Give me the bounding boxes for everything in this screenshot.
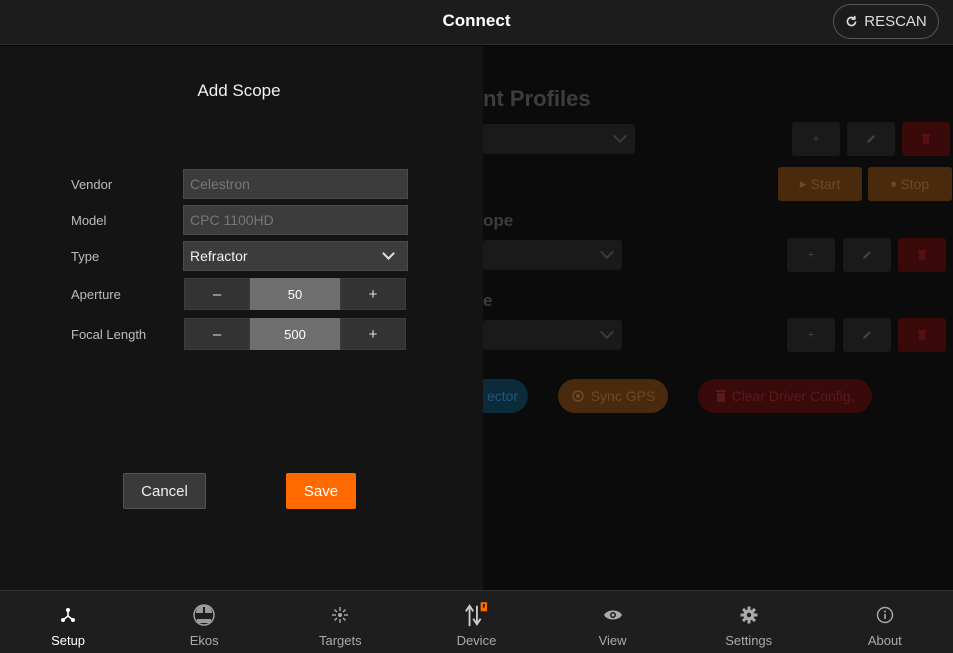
cancel-button[interactable]: Cancel (123, 473, 206, 509)
nav-item-ekos[interactable]: Ekos (136, 591, 272, 653)
aperture-label: Aperture (71, 287, 121, 302)
nav-item-setup[interactable]: Setup (0, 591, 136, 653)
vendor-input[interactable]: Celestron (183, 169, 408, 199)
nav-item-settings[interactable]: Settings (681, 591, 817, 653)
targets-icon (328, 603, 352, 627)
profile-select (483, 124, 635, 154)
focal-length-increment-button[interactable]: + (340, 318, 406, 350)
chevron-down-icon (599, 244, 615, 260)
scope-select (483, 240, 622, 270)
edit-item-button (843, 318, 891, 352)
trash-icon (922, 134, 930, 144)
stop-label: Stop (900, 176, 930, 192)
aperture-stepper: – 50 + (184, 278, 406, 310)
selector-label: ector (486, 388, 519, 404)
play-icon: ▶ (799, 178, 807, 189)
save-button[interactable]: Save (286, 473, 356, 509)
nav-label-device: Device (456, 633, 497, 648)
focal-length-value[interactable]: 500 (250, 318, 340, 350)
add-profile-button: + (792, 122, 840, 156)
vendor-placeholder: Celestron (190, 176, 250, 192)
pencil-icon (863, 331, 871, 339)
pencil-icon (867, 135, 875, 143)
nav-label-view: View (598, 633, 627, 648)
equipment-profiles-background: nt Profiles + ▶ Start ■ Stop ope + e + ect… (483, 46, 953, 590)
aperture-value[interactable]: 50 (250, 278, 340, 310)
profiles-heading: nt Profiles (483, 86, 591, 111)
plus-icon: + (812, 133, 820, 145)
ekos-icon (192, 603, 216, 627)
selector-button: ector (483, 379, 528, 413)
aperture-increment-button[interactable]: + (340, 278, 406, 310)
rescan-button[interactable]: RESCAN (833, 4, 939, 39)
nav-label-targets: Targets (318, 633, 362, 648)
focal-length-decrement-button[interactable]: – (184, 318, 250, 350)
stop-icon: ■ (890, 179, 897, 189)
gear-icon (737, 603, 761, 627)
setup-icon (56, 603, 80, 627)
delete-profile-button (902, 122, 950, 156)
clear-driver-label: Clear Driver Config. (731, 388, 855, 404)
trash-icon (715, 390, 726, 402)
type-value: Refractor (190, 248, 248, 264)
plus-icon: + (807, 249, 815, 261)
clear-driver-config-button: Clear Driver Config. (698, 379, 872, 413)
focal-length-stepper: – 500 + (184, 318, 406, 350)
start-label: Start (810, 176, 841, 192)
trash-icon (918, 250, 926, 260)
model-placeholder: CPC 1100HD (190, 212, 274, 228)
device-icon (464, 602, 488, 627)
page-title: Connect (442, 11, 511, 30)
dialog-title: Add Scope (197, 81, 281, 100)
focal-length-label: Focal Length (71, 327, 147, 342)
delete-item-button (898, 318, 946, 352)
type-label: Type (71, 249, 100, 264)
type-select[interactable]: Refractor (183, 241, 408, 271)
nav-label-about: About (867, 633, 902, 648)
add-scope-dialog: Add Scope Vendor Celestron Model CPC 110… (0, 46, 483, 590)
aperture-decrement-button[interactable]: – (184, 278, 250, 310)
nav-item-view[interactable]: View (545, 591, 681, 653)
scope-heading: ope (483, 211, 514, 230)
app-header: Connect RESCAN (0, 0, 953, 45)
third-select (483, 320, 622, 350)
edit-scope-button (843, 238, 891, 272)
model-input[interactable]: CPC 1100HD (183, 205, 408, 235)
nav-item-about[interactable]: About (817, 591, 953, 653)
chevron-down-icon (382, 247, 395, 260)
pencil-icon (863, 251, 871, 259)
sync-gps-label: Sync GPS (590, 388, 656, 404)
sync-gps-button: Sync GPS (558, 379, 668, 413)
start-button: ▶ Start (778, 167, 862, 201)
refresh-icon (846, 15, 857, 27)
nav-label-setup: Setup (51, 633, 86, 648)
delete-scope-button (898, 238, 946, 272)
info-icon (873, 603, 897, 627)
bottom-nav: Setup Ekos Targets Device View Settings (0, 590, 953, 653)
chevron-down-icon (599, 324, 615, 340)
nav-label-ekos: Ekos (189, 633, 219, 648)
stop-button: ■ Stop (868, 167, 952, 201)
third-heading: e (483, 291, 493, 310)
nav-item-device[interactable]: Device (408, 591, 544, 653)
chevron-down-icon (612, 128, 628, 144)
edit-profile-button (847, 122, 895, 156)
rescan-label: RESCAN (864, 13, 927, 30)
vendor-label: Vendor (71, 177, 113, 192)
gps-icon (571, 390, 584, 402)
model-label: Model (71, 213, 107, 228)
plus-icon: + (807, 329, 815, 341)
nav-label-settings: Settings (725, 633, 773, 648)
trash-icon (918, 330, 926, 340)
add-item-button: + (787, 318, 835, 352)
nav-item-targets[interactable]: Targets (272, 591, 408, 653)
add-scope-button: + (787, 238, 835, 272)
eye-icon (601, 603, 625, 627)
